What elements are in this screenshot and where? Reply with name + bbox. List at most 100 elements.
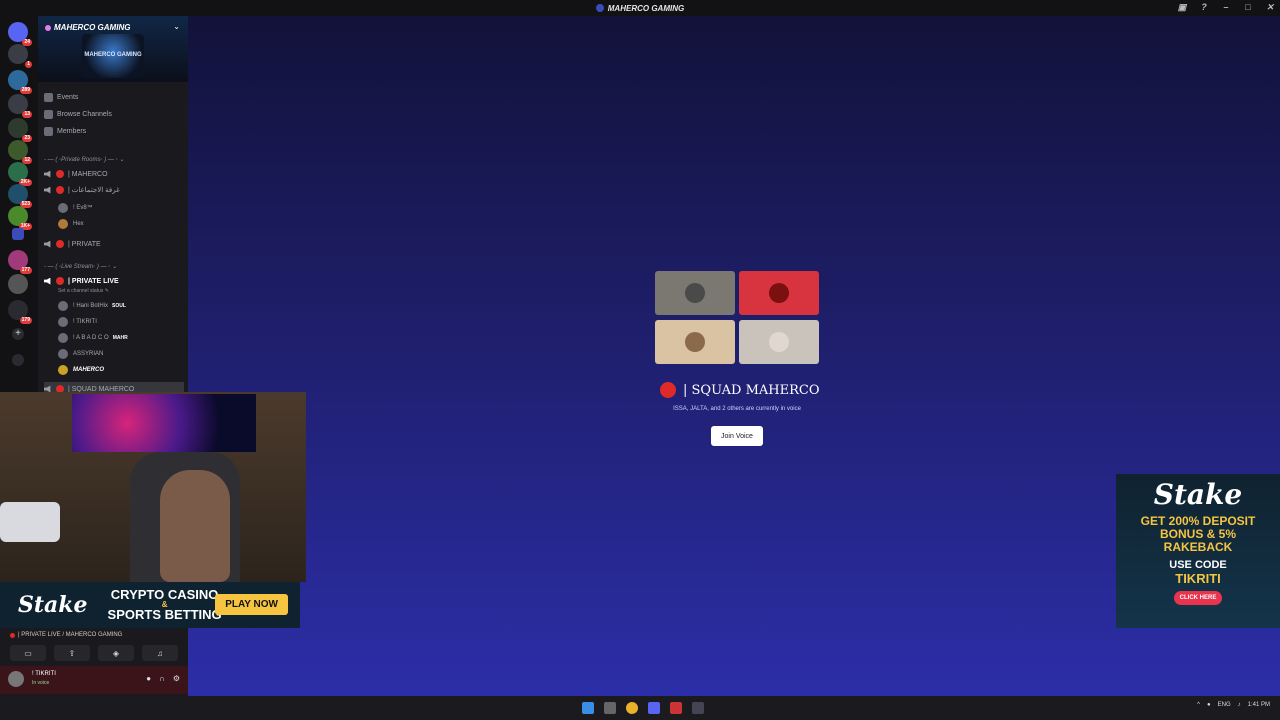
headphones-icon[interactable]: ∩ xyxy=(159,674,165,683)
channel-arabic[interactable]: | غرفة الاجتماعات xyxy=(44,183,120,197)
gear-icon[interactable]: ⚙ xyxy=(173,674,180,683)
discover-icon[interactable] xyxy=(12,354,24,366)
channel-private-live[interactable]: | PRIVATE LIVE xyxy=(44,274,119,288)
user-status: In voice xyxy=(32,680,50,686)
soundboard-button[interactable]: ♫ xyxy=(142,645,178,661)
avatar[interactable] xyxy=(8,671,24,687)
start-icon[interactable] xyxy=(582,702,594,714)
avatar xyxy=(58,365,68,375)
voice-member[interactable]: ! Hani BotHix SOUL xyxy=(58,300,126,312)
maximize-button[interactable]: □ xyxy=(1242,2,1254,13)
nav-browse-channels[interactable]: Browse Channels xyxy=(44,107,112,121)
server-icon[interactable]: 2K+ xyxy=(8,162,32,186)
server-icon[interactable]: 13 xyxy=(8,94,32,118)
server-icon[interactable]: 1K+ xyxy=(8,206,32,230)
channel-label: | PRIVATE xyxy=(68,240,101,248)
server-icon[interactable]: 179 xyxy=(8,300,32,324)
chrome-icon[interactable] xyxy=(626,702,638,714)
speaker-icon xyxy=(44,186,51,194)
category-private-rooms[interactable]: - — ( ◦Private Rooms◦ ) — ◦ ⌄ xyxy=(44,156,124,163)
voice-member[interactable]: ! A B A D C O MAHR xyxy=(58,332,128,344)
member-name: MAHERCO xyxy=(73,367,104,373)
participant-tile[interactable] xyxy=(739,320,819,364)
steam-icon[interactable] xyxy=(692,702,704,714)
clock[interactable]: 1:41 PM xyxy=(1248,702,1270,708)
voice-member[interactable]: ! TIKRITI xyxy=(58,316,97,328)
members-icon xyxy=(44,126,53,136)
speaker-icon xyxy=(44,170,51,178)
red-dot-icon xyxy=(56,240,64,248)
channel-private[interactable]: | PRIVATE xyxy=(44,237,101,251)
stake-use-code: USE CODE xyxy=(1169,559,1227,571)
camera-button[interactable]: ▭ xyxy=(10,645,46,661)
discord-icon[interactable] xyxy=(648,702,660,714)
webcam-overlay xyxy=(0,392,306,582)
lang-indicator[interactable]: ENG xyxy=(1218,702,1231,708)
user-panel: ! TIKRITI In voice ● ∩ ⚙ xyxy=(0,666,188,694)
server-icon[interactable]: 177 xyxy=(8,250,32,274)
participant-tile[interactable] xyxy=(739,271,819,315)
server-icon[interactable]: 23 xyxy=(8,118,32,142)
participant-tile[interactable] xyxy=(655,320,735,364)
stake-ad[interactable]: Stake GET 200% DEPOSIT BONUS & 5% RAKEBA… xyxy=(1116,474,1280,628)
voice-member[interactable]: ASSYRIAN xyxy=(58,348,103,360)
server-icon[interactable]: 523 xyxy=(8,184,32,208)
voice-member[interactable]: Hex xyxy=(58,218,84,230)
tv-screen xyxy=(72,394,256,452)
minimize-button[interactable]: – xyxy=(1220,2,1232,13)
screen-share-button[interactable]: ⇪ xyxy=(54,645,90,661)
server-name: MAHERCO GAMING xyxy=(54,23,131,32)
category-live-stream[interactable]: - — ( ◦Live Stream◦ ) — ◦ ⌄ xyxy=(44,263,117,270)
microphone-icon[interactable]: ● xyxy=(146,674,151,683)
channel-label: | PRIVATE LIVE xyxy=(68,277,119,285)
channel-label: | MAHERCO xyxy=(68,170,108,178)
avatar xyxy=(685,332,705,352)
stake-line2: SPORTS BETTING xyxy=(107,607,222,622)
member-tag: MAHR xyxy=(112,335,128,341)
speaker-icon xyxy=(44,277,51,285)
server-icon[interactable]: 289 xyxy=(8,70,32,94)
volume-icon[interactable]: ♪ xyxy=(1238,702,1241,708)
channel-status[interactable]: Set a channel status ✎ xyxy=(58,288,109,294)
member-name: ! TIKRITI xyxy=(73,319,97,325)
folder-icon[interactable] xyxy=(12,228,24,240)
nav-events[interactable]: Events xyxy=(44,90,78,104)
server-header[interactable]: MAHERCO GAMING ⌄ MAHERCO GAMING xyxy=(38,16,188,82)
mic-icon[interactable]: ● xyxy=(1207,702,1211,708)
click-here-button[interactable]: CLICK HERE xyxy=(1174,591,1222,605)
window-title: MAHERCO GAMING xyxy=(607,3,685,13)
taskview-icon[interactable] xyxy=(604,702,616,714)
taskbar: ^ ● ENG ♪ 1:41 PM xyxy=(0,696,1280,720)
chevron-down-icon[interactable]: ⌄ xyxy=(173,22,180,31)
server-icon[interactable]: 12 xyxy=(8,140,32,164)
server-icon[interactable]: 1 xyxy=(8,44,32,68)
app-icon[interactable] xyxy=(670,702,682,714)
stake-banner[interactable]: Stake CRYPTO CASINO & SPORTS BETTING PLA… xyxy=(0,582,300,628)
avatar xyxy=(685,283,705,303)
server-icon[interactable] xyxy=(8,274,28,294)
play-now-button[interactable]: PLAY NOW xyxy=(215,594,288,615)
inbox-icon[interactable]: ▣ xyxy=(1176,2,1188,13)
nav-browse-label: Browse Channels xyxy=(57,110,112,118)
voice-connection-label: | PRIVATE LIVE / MAHERCO GAMING xyxy=(18,632,123,638)
help-icon[interactable]: ? xyxy=(1198,2,1210,13)
close-button[interactable]: ✕ xyxy=(1264,2,1276,13)
participant-tile[interactable] xyxy=(655,271,735,315)
stake-code: TIKRITI xyxy=(1175,571,1221,586)
add-server-icon[interactable]: + xyxy=(12,328,24,340)
channel-label: | غرفة الاجتماعات xyxy=(68,187,120,194)
voice-channel-title: | SQUAD MAHERCO xyxy=(660,382,820,398)
chevron-up-icon[interactable]: ^ xyxy=(1197,702,1200,708)
join-voice-button[interactable]: Join Voice xyxy=(711,426,763,446)
member-name: ! Hani BotHix xyxy=(73,303,109,309)
nav-members[interactable]: Members xyxy=(44,124,86,138)
home-server-icon[interactable]: 24 xyxy=(8,22,32,46)
mic-arm xyxy=(0,502,60,542)
channel-maherco[interactable]: | MAHERCO xyxy=(44,167,108,181)
voice-connection-status[interactable]: | PRIVATE LIVE / MAHERCO GAMING xyxy=(10,632,122,638)
activity-button[interactable]: ◈ xyxy=(98,645,134,661)
stake-logo: Stake xyxy=(1153,478,1243,511)
red-dot-icon xyxy=(56,170,64,178)
voice-member[interactable]: ! Ev8™ xyxy=(58,202,93,214)
voice-member[interactable]: MAHERCO xyxy=(58,364,104,376)
